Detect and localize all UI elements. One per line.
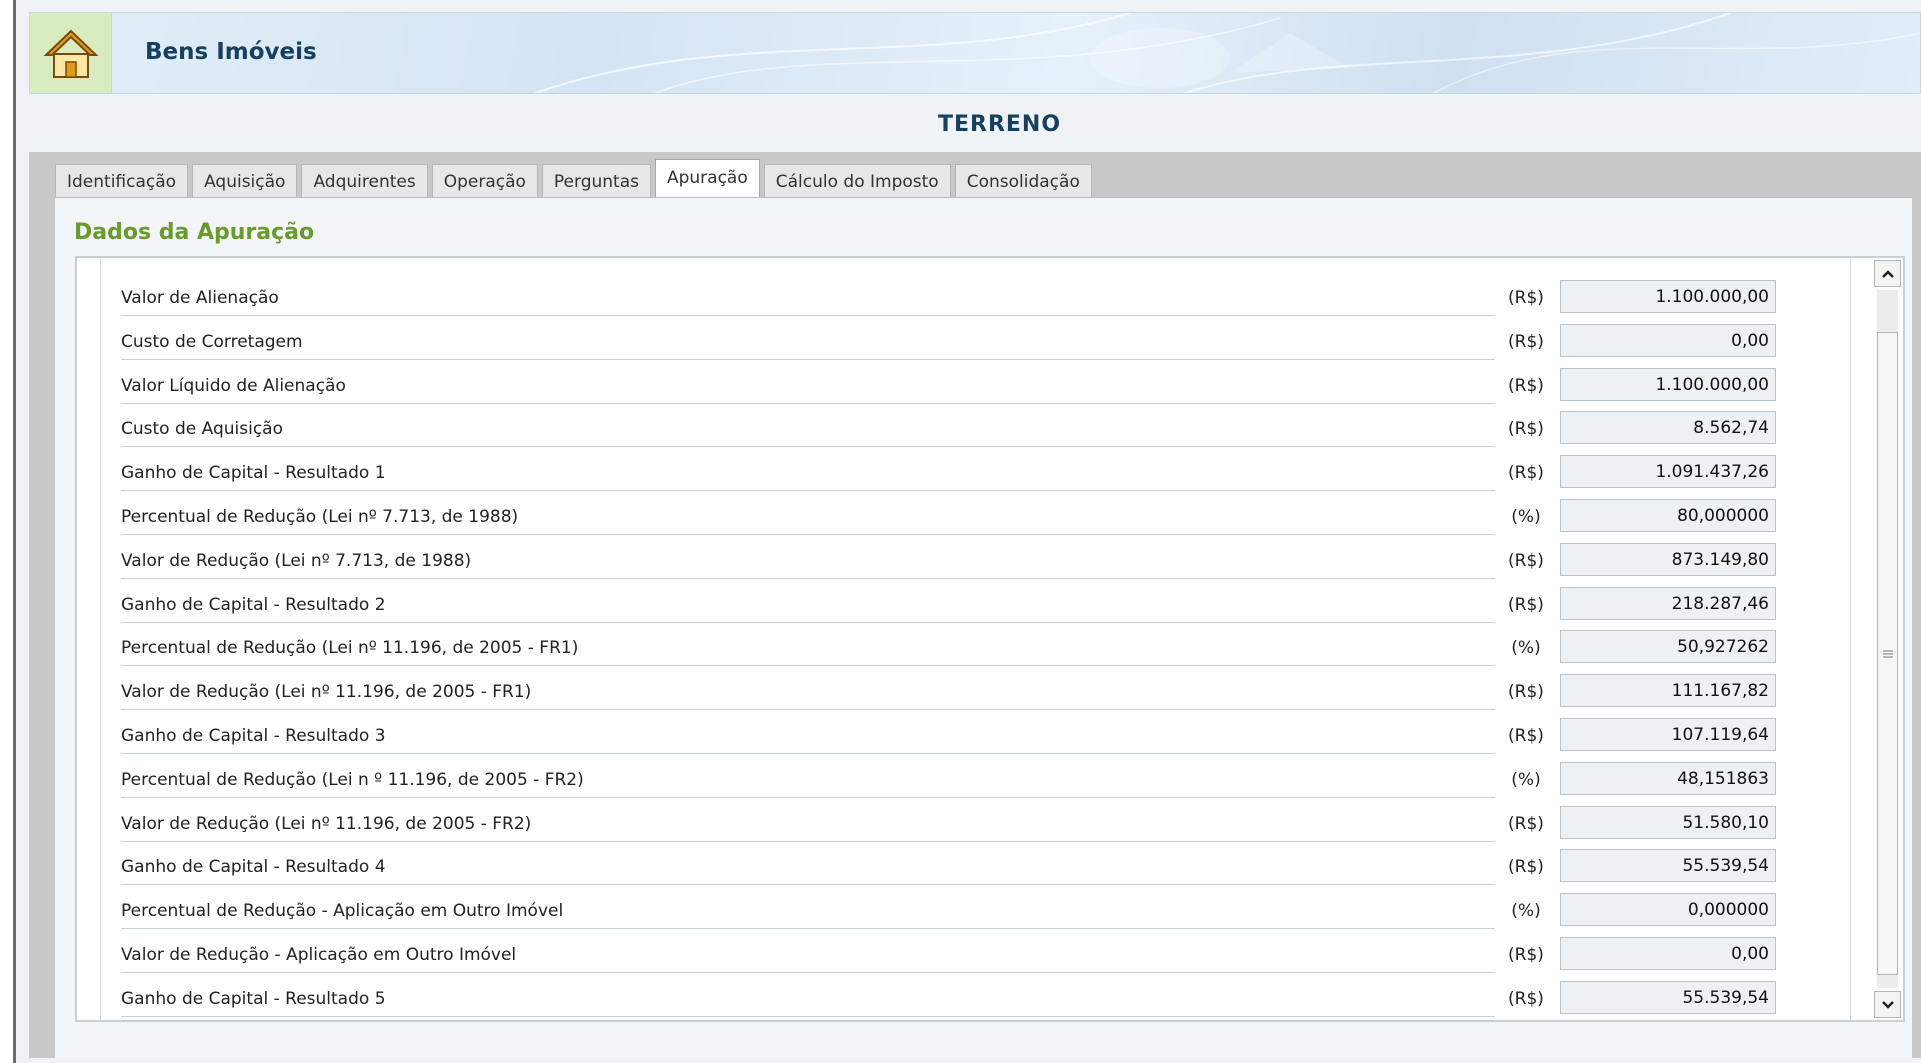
row-value-field[interactable]: 0,00 [1560,936,1776,970]
row-value-field[interactable]: 1.100.000,00 [1560,280,1776,313]
row-unit: (R$) [1508,988,1544,1009]
list-item: Ganho de Capital - Resultado 4 (R$) 55.539… [121,845,1851,889]
chevron-up-icon [1881,269,1894,278]
row-label: Valor de Redução (Lei nº 11.196, de 2005… [121,814,1495,842]
list-item: Valor de Alienação (R$) 1.100.000,00 [121,276,1851,320]
row-label: Ganho de Capital - Resultado 5 [121,989,1495,1017]
row-value-field[interactable]: 55.539,54 [1560,849,1776,883]
row-label: Valor de Alienação [121,288,1495,316]
row-unit: (R$) [1508,550,1544,571]
tab-operacao[interactable]: Operação [431,164,538,198]
row-unit: (R$) [1508,375,1544,396]
house-icon [43,29,98,78]
scroll-thumb[interactable] [1877,332,1898,975]
main-panel: Identificação Aquisição Adquirentes Oper… [29,152,1921,1058]
row-value-field[interactable]: 48,151863 [1560,761,1776,795]
row-label: Custo de Corretagem [121,332,1495,360]
row-label: Valor de Redução (Lei nº 11.196, de 2005… [121,682,1495,711]
vertical-scrollbar[interactable] [1874,260,1901,1018]
row-value-field[interactable]: 218.287,46 [1560,586,1776,620]
scroll-up-button[interactable] [1874,260,1901,287]
row-label: Percentual de Redução (Lei nº 7.713, de … [121,507,1495,535]
tab-content: Dados da Apuração Valor de Alienação (R$)… [55,197,1912,1058]
row-label: Ganho de Capital - Resultado 4 [121,857,1495,886]
results-list: Valor de Alienação (R$) 1.100.000,00 Custo… [75,256,1905,1022]
tab-aquisicao[interactable]: Aquisição [192,164,298,198]
row-value-field[interactable]: 8.562,74 [1560,411,1776,445]
scroll-down-button[interactable] [1874,991,1901,1018]
row-label: Ganho de Capital - Resultado 2 [121,595,1495,623]
divider [100,258,101,1020]
list-item: Ganho de Capital - Resultado 2 (R$) 218.28… [121,583,1851,627]
tab-perguntas[interactable]: Perguntas [541,164,651,198]
row-value-field[interactable]: 0,000000 [1560,893,1776,927]
row-unit: (R$) [1508,682,1544,703]
row-unit: (R$) [1508,331,1544,352]
row-value-field[interactable]: 111.167,82 [1560,674,1776,708]
row-unit: (R$) [1508,725,1544,746]
row-value-field[interactable]: 80,000000 [1560,498,1776,532]
list-item: Ganho de Capital - Resultado 3 (R$) 107.11… [121,714,1851,758]
header-banner: Bens Imóveis [29,12,1921,94]
row-label: Custo de Aquisição [121,419,1495,448]
row-unit: (R$) [1508,594,1544,615]
list-item: Custo de Aquisição (R$) 8.562,74 [121,407,1851,451]
row-value-field[interactable]: 55.539,54 [1560,980,1776,1014]
row-value-field[interactable]: 1.100.000,00 [1560,367,1776,401]
row-value-field[interactable]: 51.580,10 [1560,805,1776,839]
list-item: Percentual de Redução (Lei n º 11.196, d… [121,758,1851,802]
row-value-field[interactable]: 873.149,80 [1560,542,1776,576]
row-label: Ganho de Capital - Resultado 1 [121,463,1495,492]
chevron-down-icon [1881,1000,1894,1009]
row-label: Percentual de Redução - Aplicação em Out… [121,901,1495,930]
section-title: Dados da Apuração [74,220,315,245]
row-label: Percentual de Redução (Lei nº 11.196, de… [121,638,1495,667]
row-unit: (%) [1511,638,1541,659]
tab-adquirentes[interactable]: Adquirentes [301,164,428,198]
row-unit: (R$) [1508,813,1544,834]
list-item: Percentual de Redução - Aplicação em Out… [121,889,1851,933]
home-button[interactable] [30,13,112,93]
row-value-field[interactable]: 50,927262 [1560,630,1776,664]
page-title: TERRENO [937,112,1062,137]
row-value-field[interactable]: 107.119,64 [1560,717,1776,751]
tab-consolidacao[interactable]: Consolidação [954,164,1092,198]
row-unit: (R$) [1508,463,1544,484]
window-left-edge [0,0,16,1063]
row-unit: (%) [1511,506,1541,527]
tab-bar: Identificação Aquisição Adquirentes Oper… [55,159,1096,199]
list-item: Custo de Corretagem (R$) 0,00 [121,320,1851,364]
row-unit: (R$) [1508,288,1544,308]
header-title: Bens Imóveis [145,39,317,65]
app-window: Bens Imóveis TERRENO Identificação Aquis… [0,0,1921,1063]
list-item: Valor de Redução (Lei nº 7.713, de 1988)… [121,539,1851,583]
list-item: Percentual de Redução (Lei nº 7.713, de … [121,495,1851,539]
list-item: Valor de Redução (Lei nº 11.196, de 2005… [121,802,1851,846]
list-item: Ganho de Capital - Resultado 5 (R$) 55.539… [121,977,1851,1021]
tab-calculo-do-imposto[interactable]: Cálculo do Imposto [763,164,951,198]
row-unit: (R$) [1508,419,1544,440]
row-value-field[interactable]: 1.091.437,26 [1560,455,1776,489]
tab-identificacao[interactable]: Identificação [55,164,189,198]
row-unit: (%) [1511,901,1541,922]
row-label: Percentual de Redução (Lei n º 11.196, d… [121,770,1495,798]
list-item: Ganho de Capital - Resultado 1 (R$) 1.091.… [121,451,1851,495]
row-label: Valor de Redução (Lei nº 7.713, de 1988) [121,551,1495,579]
list-item: Percentual de Redução (Lei nº 11.196, de… [121,626,1851,670]
row-unit: (%) [1511,769,1541,790]
results-rows: Valor de Alienação (R$) 1.100.000,00 Custo… [121,276,1851,1021]
list-item: Valor de Redução (Lei nº 11.196, de 2005… [121,670,1851,714]
row-label: Ganho de Capital - Resultado 3 [121,726,1495,754]
row-unit: (R$) [1508,857,1544,878]
tab-apuracao[interactable]: Apuração [654,159,760,199]
list-item: Valor de Redução - Aplicação em Outro Im… [121,933,1851,977]
row-value-field[interactable]: 0,00 [1560,323,1776,357]
list-item: Valor Líquido de Alienação (R$) 1.100.000,… [121,364,1851,408]
grip-icon [1882,650,1893,657]
row-label: Valor de Redução - Aplicação em Outro Im… [121,945,1495,973]
row-label: Valor Líquido de Alienação [121,376,1495,404]
row-unit: (R$) [1508,944,1544,965]
